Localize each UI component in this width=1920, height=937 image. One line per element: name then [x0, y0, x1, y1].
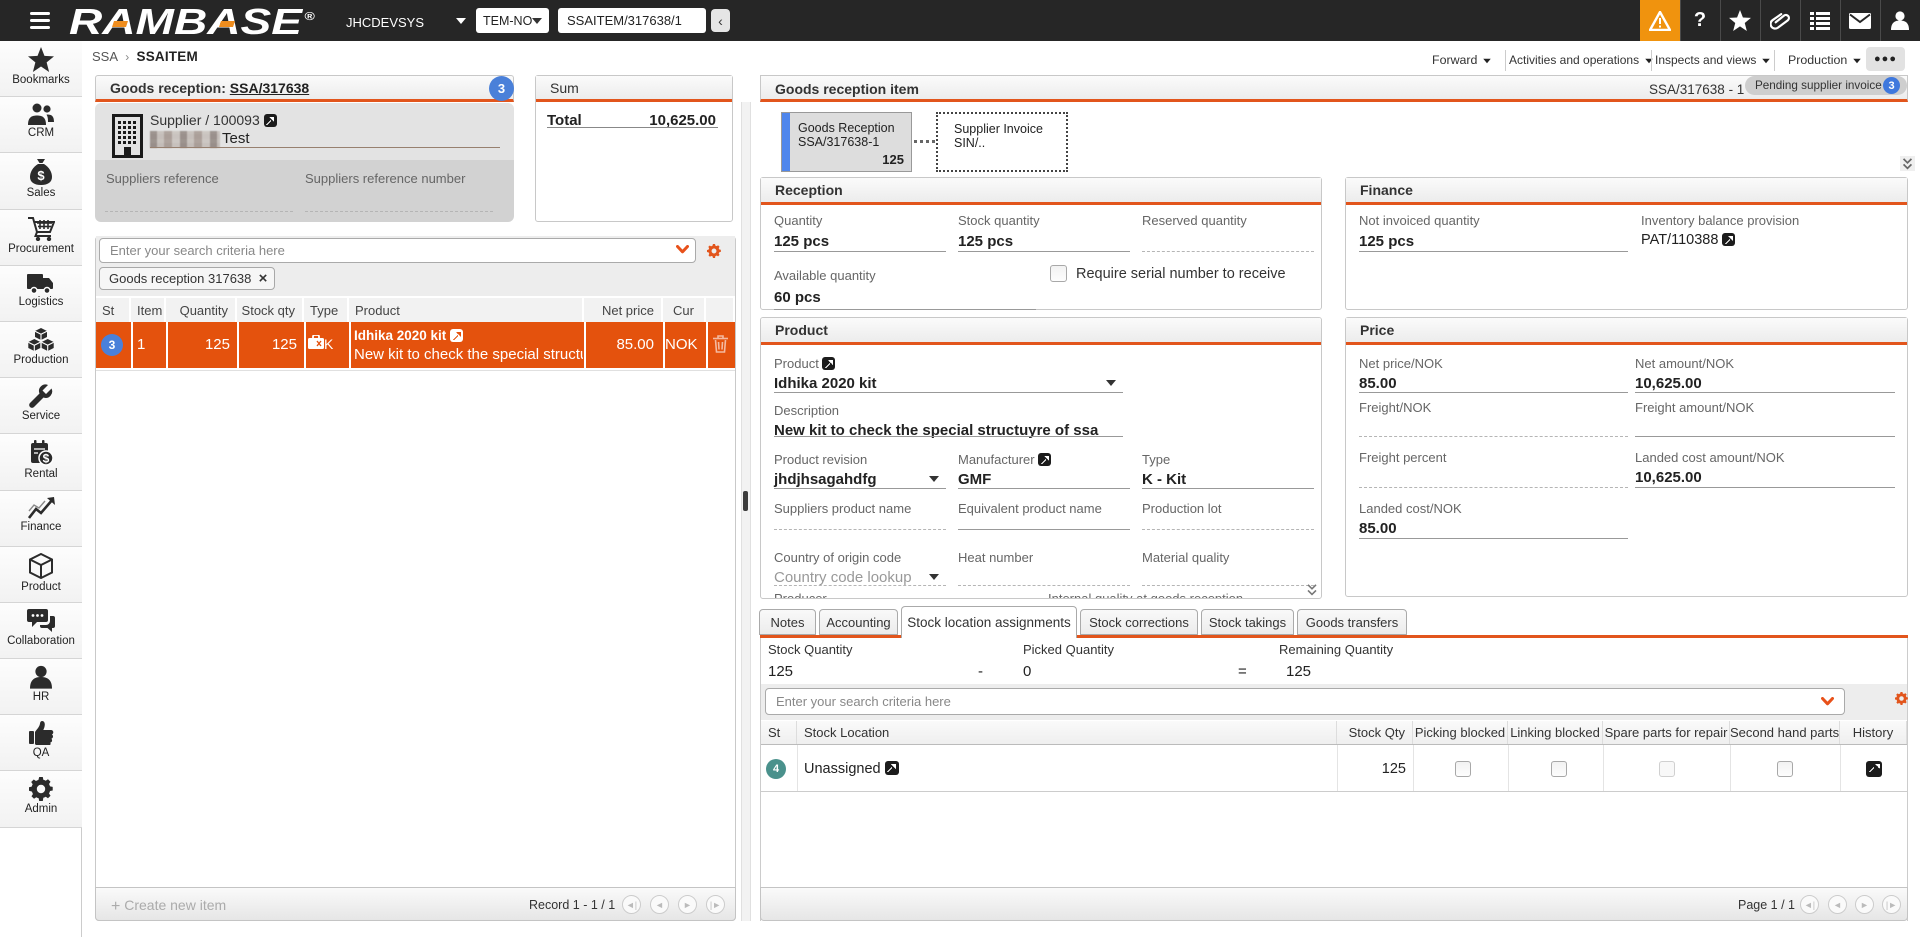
svg-text:$: $	[37, 168, 45, 183]
svg-text:$: $	[43, 452, 50, 466]
